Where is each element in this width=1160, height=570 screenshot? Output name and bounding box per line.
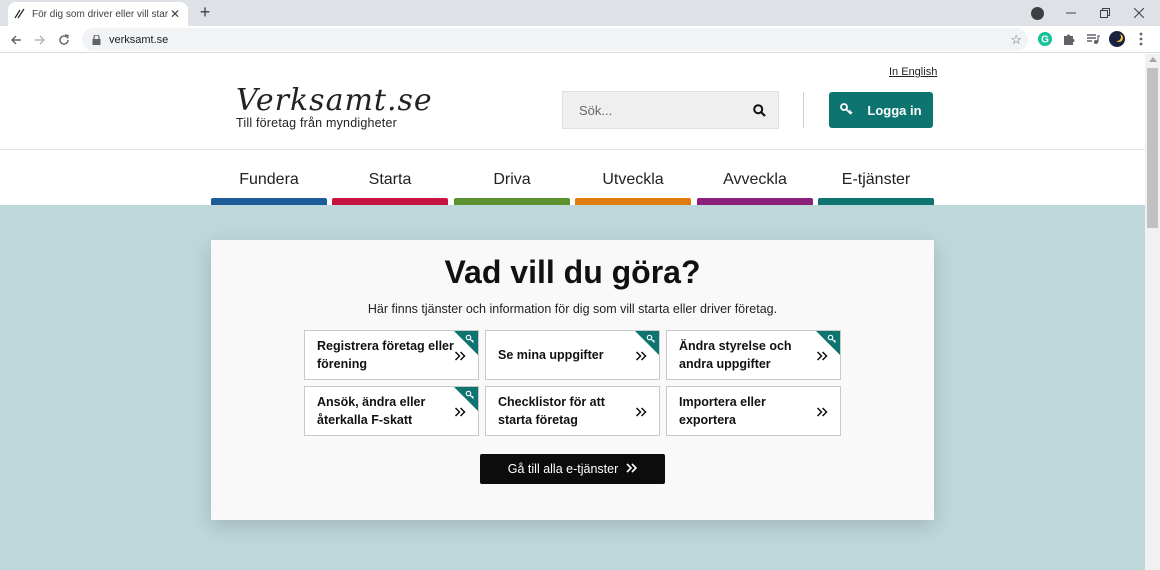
browser-tabbar: För dig som driver eller vill starta ✕ + — [0, 0, 1160, 26]
forward-icon[interactable] — [30, 30, 50, 50]
browser-toolbar: verksamt.se ☆ G — [0, 26, 1160, 53]
login-required-corner-icon — [454, 331, 478, 355]
in-english-link[interactable]: In English — [889, 66, 937, 78]
service-label: Checklistor för att starta företag — [498, 395, 605, 427]
nav-item-utveckla[interactable]: Utveckla — [575, 171, 691, 205]
logo-tagline: Till företag från myndigheter — [236, 116, 397, 130]
new-tab-button[interactable]: + — [196, 3, 214, 21]
svg-text:G: G — [1041, 35, 1049, 46]
site-logo[interactable]: Verksamt.se Till företag från myndighete… — [236, 83, 433, 131]
main-navigation: Fundera Starta Driva Utveckla Avveckla E… — [211, 171, 934, 205]
double-chevron-right-icon — [635, 405, 647, 417]
nav-item-starta[interactable]: Starta — [332, 171, 448, 205]
logo-wordmark: Verksamt.se — [236, 83, 433, 118]
scrollbar-thumb[interactable] — [1147, 68, 1158, 228]
nav-item-color-bar — [211, 198, 327, 205]
media-control-icon[interactable] — [1085, 31, 1101, 47]
lock-icon — [92, 34, 102, 45]
login-required-corner-icon — [816, 331, 840, 355]
bookmark-star-icon[interactable]: ☆ — [1010, 32, 1022, 48]
browser-tab[interactable]: För dig som driver eller vill starta ✕ — [8, 2, 188, 26]
profile-avatar-icon[interactable] — [1109, 31, 1125, 47]
login-label: Logga in — [867, 102, 922, 118]
nav-item-fundera[interactable]: Fundera — [211, 171, 327, 205]
grammarly-extension-icon[interactable]: G — [1037, 31, 1053, 47]
reload-icon[interactable] — [54, 30, 74, 50]
services-card: Vad vill du göra? Här finns tjänster och… — [211, 240, 934, 520]
page-viewport: In English Verksamt.se Till företag från… — [0, 54, 1145, 570]
nav-item-color-bar — [697, 198, 813, 205]
nav-item-color-bar — [332, 198, 448, 205]
browser-menu-icon[interactable] — [1133, 31, 1149, 47]
nav-item-driva[interactable]: Driva — [454, 171, 570, 205]
page-title: Vad vill du göra? — [444, 254, 701, 290]
login-required-corner-icon — [454, 387, 478, 411]
nav-item-avveckla[interactable]: Avveckla — [697, 171, 813, 205]
page-scrollbar[interactable] — [1145, 54, 1160, 570]
url-text: verksamt.se — [109, 33, 169, 46]
nav-item-label: Utveckla — [602, 171, 664, 188]
service-label: Registrera företag eller förening — [317, 339, 454, 371]
nav-item-label: Fundera — [239, 171, 299, 188]
search-icon[interactable] — [753, 104, 766, 122]
back-icon[interactable] — [6, 30, 26, 50]
service-link-checklistor[interactable]: Checklistor för att starta företag — [485, 386, 660, 436]
nav-item-color-bar — [454, 198, 570, 205]
all-e-services-label: Gå till alla e-tjänster — [507, 462, 619, 476]
login-button[interactable]: Logga in — [829, 92, 933, 128]
scroll-up-arrow-icon[interactable] — [1149, 57, 1157, 62]
service-label: Ansök, ändra eller återkalla F-skatt — [317, 395, 426, 427]
nav-item-color-bar — [818, 198, 934, 205]
double-chevron-right-icon — [626, 462, 638, 476]
login-required-corner-icon — [635, 331, 659, 355]
nav-item-e-tjanster[interactable]: E-tjänster — [818, 171, 934, 205]
service-label: Se mina uppgifter — [498, 348, 604, 362]
restore-icon[interactable] — [1088, 0, 1122, 26]
nav-item-label: E-tjänster — [841, 171, 911, 188]
double-chevron-right-icon — [816, 405, 828, 417]
nav-item-label: Starta — [368, 171, 412, 188]
address-bar[interactable]: verksamt.se ☆ — [82, 28, 1028, 51]
minimize-icon[interactable] — [1054, 0, 1088, 26]
service-link-f-skatt[interactable]: Ansök, ändra eller återkalla F-skatt — [304, 386, 479, 436]
nav-item-label: Avveckla — [723, 171, 787, 188]
close-window-icon[interactable] — [1122, 0, 1156, 26]
extensions-puzzle-icon[interactable] — [1061, 31, 1077, 47]
service-link-andra-styrelse[interactable]: Ändra styrelse och andra uppgifter — [666, 330, 841, 380]
intro-text: Här finns tjänster och information för d… — [367, 302, 778, 316]
service-link-se-mina-uppgifter[interactable]: Se mina uppgifter — [485, 330, 660, 380]
service-label: Importera eller exportera — [679, 395, 766, 427]
search-box — [562, 91, 779, 129]
nav-item-color-bar — [575, 198, 691, 205]
all-e-services-button[interactable]: Gå till alla e-tjänster — [480, 454, 665, 484]
service-link-importera[interactable]: Importera eller exportera — [666, 386, 841, 436]
service-link-registrera[interactable]: Registrera företag eller förening — [304, 330, 479, 380]
close-tab-icon[interactable]: ✕ — [168, 7, 182, 21]
nav-item-label: Driva — [493, 171, 531, 188]
key-icon — [840, 102, 853, 118]
search-input[interactable] — [563, 102, 743, 118]
header-divider-line — [0, 149, 1145, 150]
site-favicon-icon — [14, 8, 26, 20]
header-divider — [803, 92, 804, 128]
tab-search-icon[interactable] — [1031, 7, 1044, 20]
tab-title: För dig som driver eller vill starta — [32, 8, 168, 20]
service-label: Ändra styrelse och andra uppgifter — [679, 339, 792, 371]
